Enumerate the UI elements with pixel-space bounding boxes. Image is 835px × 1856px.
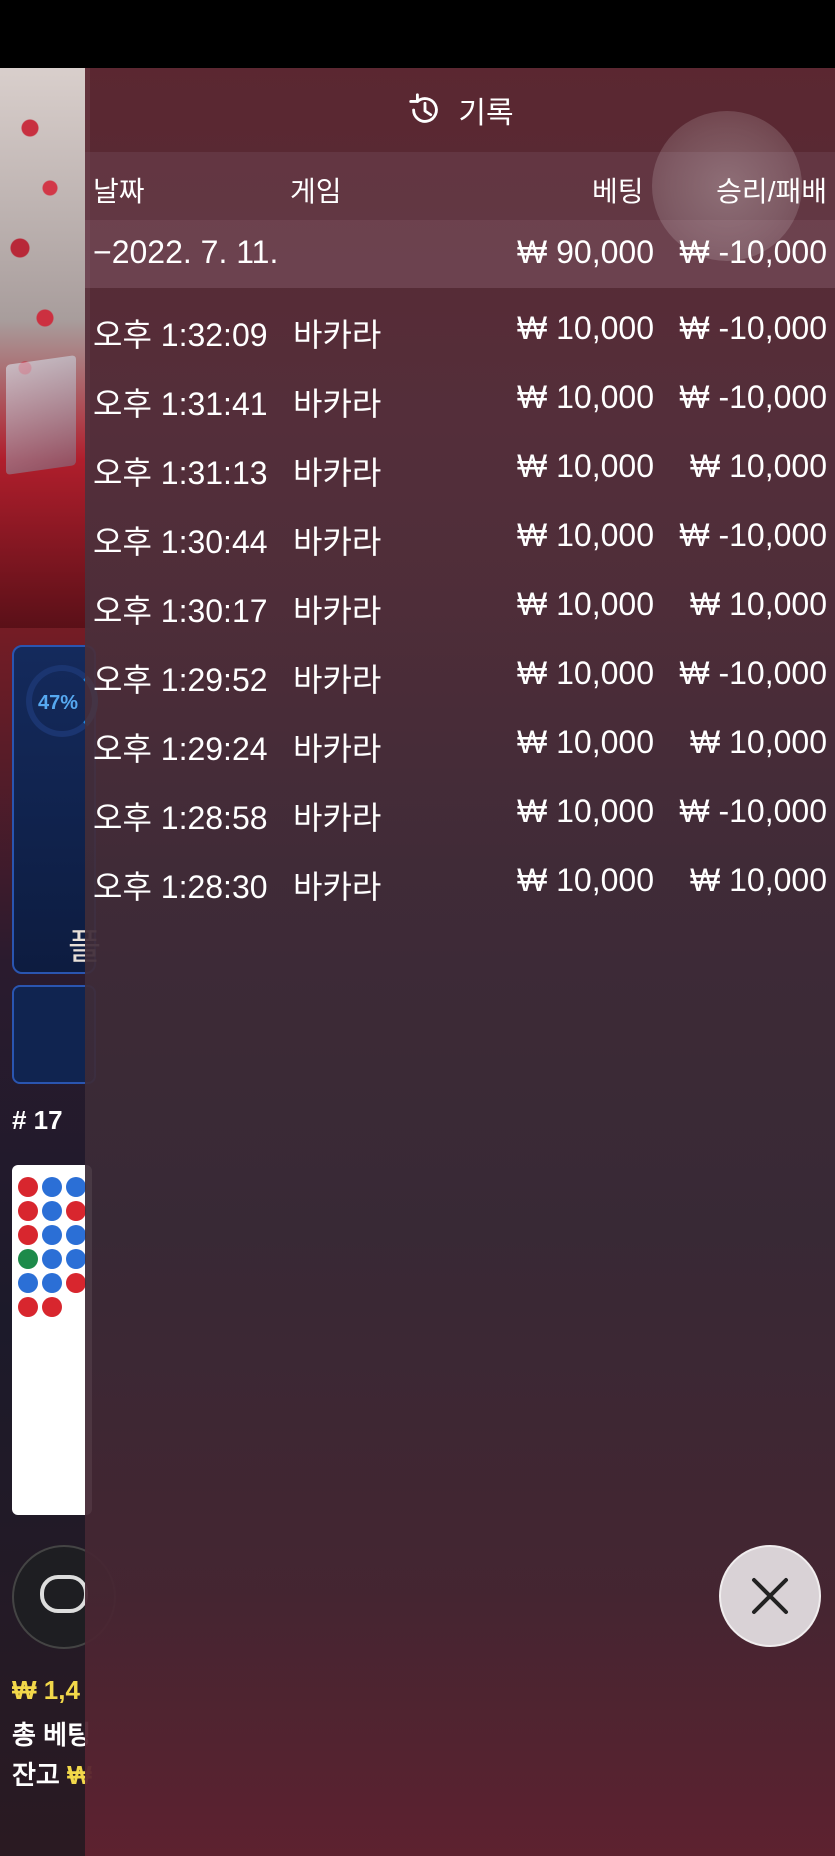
row-win-loss: ₩ -10,000: [679, 793, 827, 829]
column-header-game[interactable]: 게임: [290, 170, 342, 210]
row-time: 오후 1:29:52: [93, 662, 268, 698]
chip-icon: [40, 1575, 88, 1613]
card-shoe: [6, 355, 76, 475]
road-dot-player: [66, 1177, 86, 1197]
history-icon: [409, 93, 439, 123]
row-bet: ₩ 10,000: [517, 724, 654, 760]
row-game: 바카라: [293, 800, 382, 836]
row-win-loss: ₩ 10,000: [690, 586, 827, 622]
date-group-win-loss-total: ₩ -10,000: [679, 234, 827, 270]
road-dot-banker: [18, 1225, 38, 1245]
row-game: 바카라: [293, 731, 382, 767]
row-bet: ₩ 10,000: [517, 862, 654, 898]
history-row[interactable]: 오후 1:28:58 바카라 ₩ 10,000 ₩ -10,000: [85, 779, 835, 848]
blossom-tree-scene: [0, 68, 90, 628]
history-row[interactable]: 오후 1:32:09 바카라 ₩ 10,000 ₩ -10,000: [85, 296, 835, 365]
row-time: 오후 1:29:24: [93, 731, 268, 767]
screen: 47% 플 # 17 ₩ 1,4 총 베팅 잔고 ₩: [0, 0, 835, 1856]
row-time: 오후 1:32:09: [93, 317, 268, 353]
history-row[interactable]: 오후 1:30:44 바카라 ₩ 10,000 ₩ -10,000: [85, 503, 835, 572]
row-game: 바카라: [293, 593, 382, 629]
row-time: 오후 1:28:58: [93, 800, 268, 836]
row-time: 오후 1:28:30: [93, 869, 268, 905]
close-button[interactable]: [719, 1545, 821, 1647]
balance-amount: ₩ 1,4: [12, 1675, 80, 1705]
row-bet: ₩ 10,000: [517, 517, 654, 553]
row-win-loss: ₩ -10,000: [679, 655, 827, 691]
column-headers: 날짜 게임 베팅 승리/패배: [85, 152, 835, 220]
date-group-bet-total: ₩ 90,000: [517, 234, 654, 270]
road-board: [12, 1165, 92, 1515]
row-game: 바카라: [293, 869, 382, 905]
row-bet: ₩ 10,000: [517, 310, 654, 346]
road-dot-player: [18, 1273, 38, 1293]
history-row[interactable]: 오후 1:28:30 바카라 ₩ 10,000 ₩ 10,000: [85, 848, 835, 917]
road-dot-player: [42, 1177, 62, 1197]
column-header-date[interactable]: 날짜: [93, 170, 145, 210]
row-win-loss: ₩ 10,000: [690, 448, 827, 484]
row-win-loss: ₩ -10,000: [679, 310, 827, 346]
history-row[interactable]: 오후 1:29:52 바카라 ₩ 10,000 ₩ -10,000: [85, 641, 835, 710]
row-game: 바카라: [293, 524, 382, 560]
total-bet-label: 총 베팅: [12, 1720, 91, 1750]
row-win-loss: ₩ 10,000: [690, 724, 827, 760]
road-dot-player: [66, 1225, 86, 1245]
status-bar: [0, 0, 835, 68]
row-bet: ₩ 10,000: [517, 793, 654, 829]
row-bet: ₩ 10,000: [517, 379, 654, 415]
road-dot-player: [42, 1225, 62, 1245]
row-game: 바카라: [293, 386, 382, 422]
road-dot-banker: [18, 1201, 38, 1221]
road-dot-banker: [18, 1297, 38, 1317]
row-time: 오후 1:30:17: [93, 593, 268, 629]
road-dot-banker: [66, 1273, 86, 1293]
history-row[interactable]: 오후 1:29:24 바카라 ₩ 10,000 ₩ 10,000: [85, 710, 835, 779]
remaining-label: 잔고: [12, 1760, 60, 1790]
row-bet: ₩ 10,000: [517, 655, 654, 691]
row-game: 바카라: [293, 662, 382, 698]
road-dot-tie: [18, 1249, 38, 1269]
road-dot-banker: [66, 1201, 86, 1221]
timer-percent: 47%: [38, 692, 79, 714]
panel-header: 기록: [85, 68, 835, 152]
player-bet-box: [12, 985, 96, 1084]
date-group-label: −2022. 7. 11.: [93, 234, 279, 270]
history-row[interactable]: 오후 1:31:41 바카라 ₩ 10,000 ₩ -10,000: [85, 365, 835, 434]
history-row[interactable]: 오후 1:31:13 바카라 ₩ 10,000 ₩ 10,000: [85, 434, 835, 503]
history-row[interactable]: 오후 1:30:17 바카라 ₩ 10,000 ₩ 10,000: [85, 572, 835, 641]
row-game: 바카라: [293, 317, 382, 353]
road-dot-player: [42, 1249, 62, 1269]
road-dot-player: [66, 1249, 86, 1269]
date-group-row[interactable]: −2022. 7. 11. ₩ 90,000 ₩ -10,000: [85, 220, 835, 288]
row-game: 바카라: [293, 455, 382, 491]
row-win-loss: ₩ -10,000: [679, 379, 827, 415]
panel-title: 기록: [458, 97, 514, 130]
road-dot-banker: [42, 1297, 62, 1317]
round-number: # 17: [12, 1105, 63, 1135]
row-bet: ₩ 10,000: [517, 448, 654, 484]
column-header-win-loss[interactable]: 승리/패배: [716, 170, 827, 210]
row-bet: ₩ 10,000: [517, 586, 654, 622]
row-time: 오후 1:31:13: [93, 455, 268, 491]
road-dot-player: [42, 1201, 62, 1221]
column-header-bet[interactable]: 베팅: [592, 170, 644, 210]
row-time: 오후 1:31:41: [93, 386, 268, 422]
road-dot-banker: [18, 1177, 38, 1197]
road-dot-player: [42, 1273, 62, 1293]
row-time: 오후 1:30:44: [93, 524, 268, 560]
row-win-loss: ₩ 10,000: [690, 862, 827, 898]
row-win-loss: ₩ -10,000: [679, 517, 827, 553]
remaining-balance: 잔고 ₩: [12, 1755, 92, 1792]
close-icon: [752, 1578, 788, 1614]
